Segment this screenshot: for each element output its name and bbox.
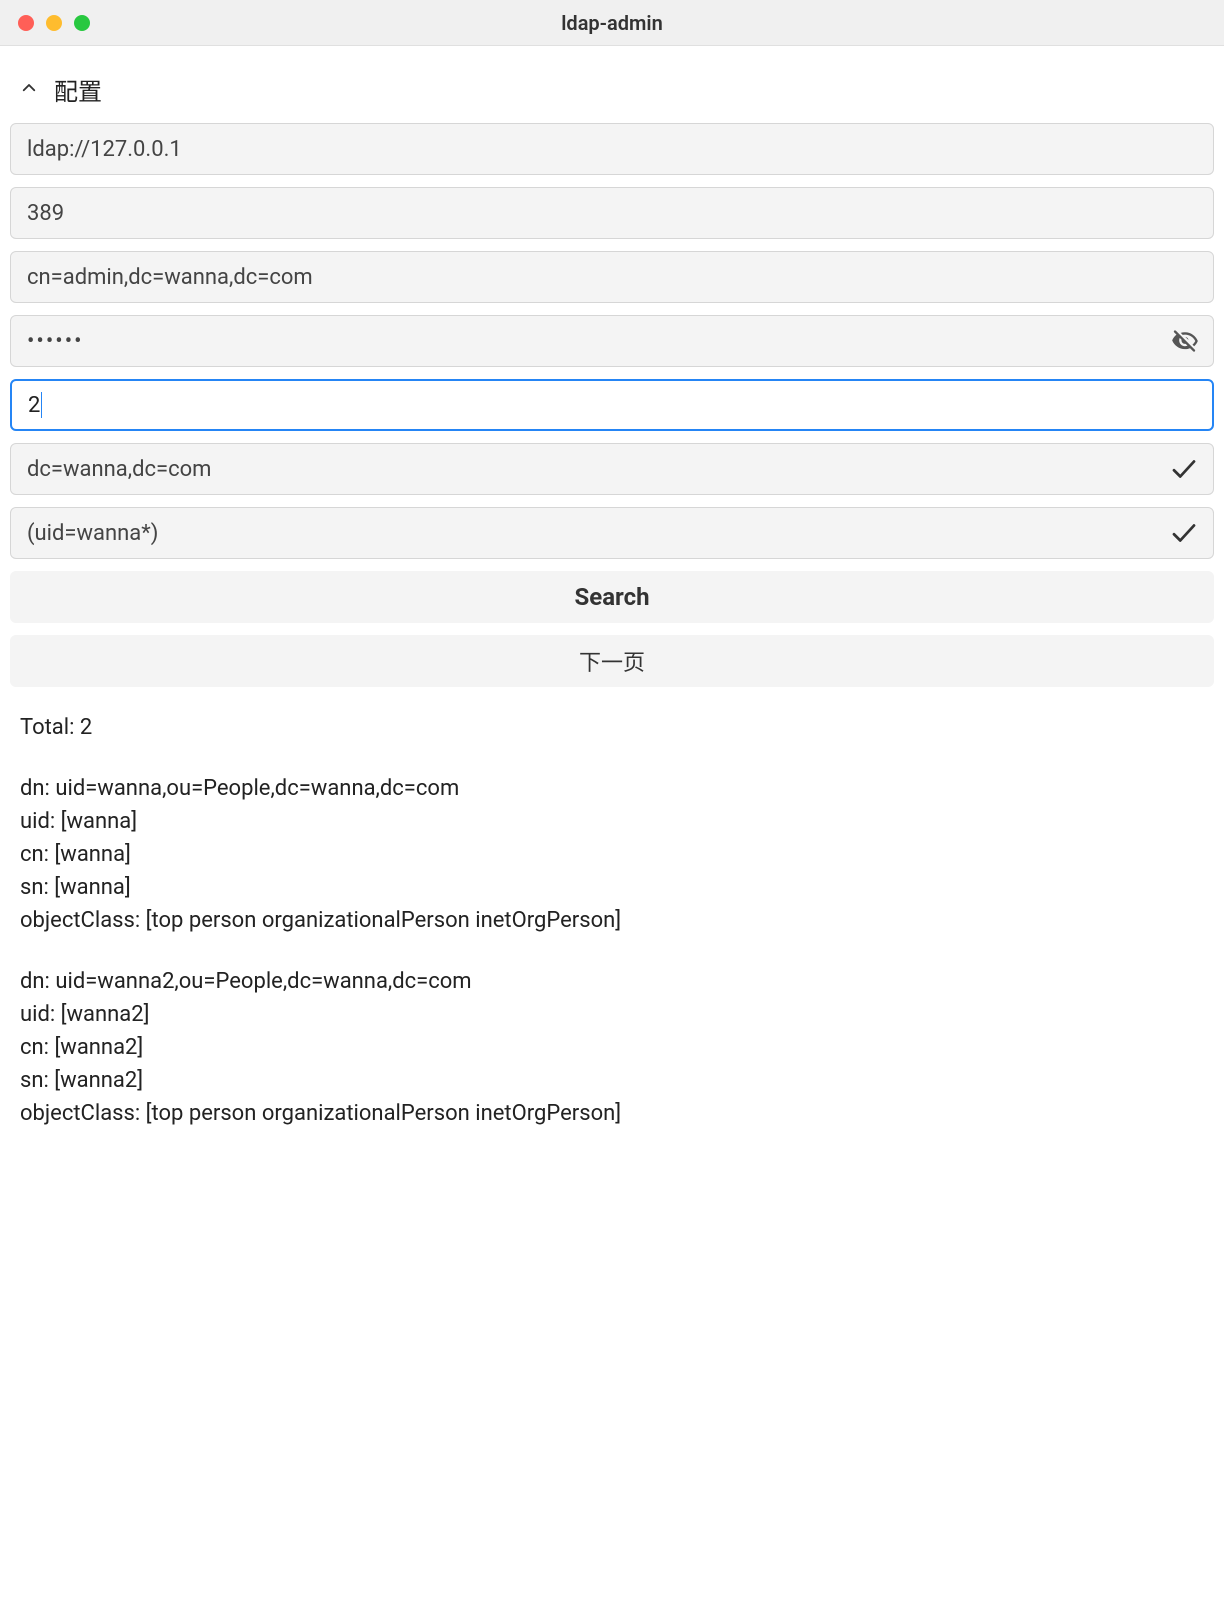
results-total: Total: 2 (20, 711, 1204, 744)
bind-dn-field-wrapper (10, 251, 1214, 303)
result-line: cn: [wanna2] (20, 1031, 1204, 1064)
results: Total: 2 dn: uid=wanna,ou=People,dc=wann… (10, 691, 1214, 1130)
result-line: dn: uid=wanna2,ou=People,dc=wanna,dc=com (20, 965, 1204, 998)
bind-dn-input[interactable] (27, 265, 1197, 290)
text-cursor (41, 392, 42, 418)
filter-field-wrapper (10, 507, 1214, 559)
window-title: ldap-admin (0, 11, 1224, 35)
minimize-button[interactable] (46, 15, 62, 31)
maximize-button[interactable] (74, 15, 90, 31)
port-field-wrapper (10, 187, 1214, 239)
filter-input[interactable] (27, 521, 1197, 546)
page-size-field-wrapper: 2 (10, 379, 1214, 431)
search-button[interactable]: Search (10, 571, 1214, 623)
chevron-up-icon (20, 79, 38, 101)
check-icon[interactable] (1169, 518, 1199, 548)
result-line: sn: [wanna] (20, 871, 1204, 904)
config-section-header[interactable]: 配置 (10, 56, 1214, 119)
titlebar: ldap-admin (0, 0, 1224, 46)
result-line: dn: uid=wanna,ou=People,dc=wanna,dc=com (20, 772, 1204, 805)
base-dn-input[interactable] (27, 457, 1197, 482)
check-icon[interactable] (1169, 454, 1199, 484)
password-field-wrapper (10, 315, 1214, 367)
result-entry: dn: uid=wanna2,ou=People,dc=wanna,dc=com… (20, 965, 1204, 1130)
result-line: objectClass: [top person organizationalP… (20, 1097, 1204, 1130)
base-dn-field-wrapper (10, 443, 1214, 495)
url-input[interactable] (27, 137, 1197, 162)
eye-off-icon[interactable] (1171, 327, 1199, 355)
result-entry: dn: uid=wanna,ou=People,dc=wanna,dc=com … (20, 772, 1204, 937)
page-size-input[interactable]: 2 (28, 393, 40, 418)
config-section-title: 配置 (54, 72, 102, 107)
close-button[interactable] (18, 15, 34, 31)
port-input[interactable] (27, 201, 1197, 226)
result-line: cn: [wanna] (20, 838, 1204, 871)
result-line: uid: [wanna2] (20, 998, 1204, 1031)
content: 配置 2 (0, 46, 1224, 1168)
password-input[interactable] (27, 329, 1197, 354)
window-controls (18, 15, 90, 31)
result-line: sn: [wanna2] (20, 1064, 1204, 1097)
result-line: uid: [wanna] (20, 805, 1204, 838)
config-fields: 2 Search 下一页 (10, 119, 1214, 691)
result-line: objectClass: [top person organizationalP… (20, 904, 1204, 937)
next-page-button[interactable]: 下一页 (10, 635, 1214, 687)
url-field-wrapper (10, 123, 1214, 175)
